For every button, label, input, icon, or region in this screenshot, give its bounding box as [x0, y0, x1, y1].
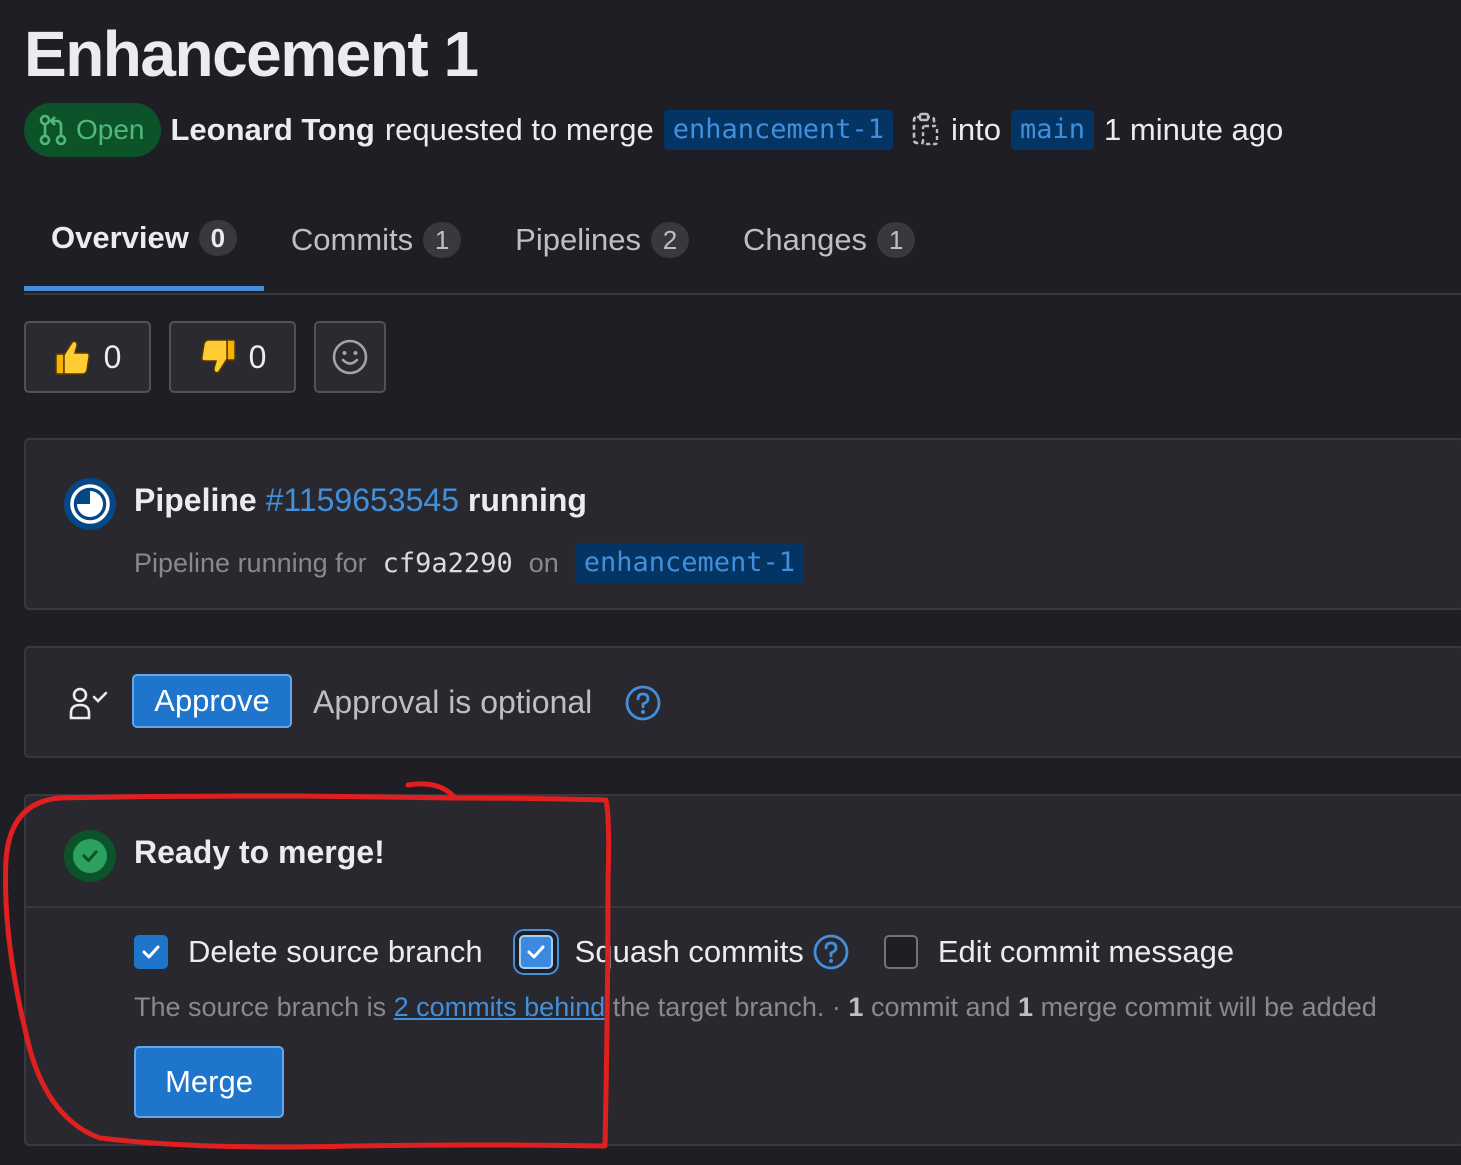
help-icon[interactable] — [812, 933, 850, 971]
thumbs-down-button[interactable]: 0 — [169, 321, 296, 393]
commit-sha-link[interactable]: cf9a2290 — [383, 548, 513, 579]
status-label: Open — [76, 114, 145, 145]
tab-commits[interactable]: Commits 1 — [264, 190, 488, 290]
on-text: on — [528, 547, 559, 578]
behind-prefix: The source branch is — [134, 992, 387, 1022]
status-badge: Open — [24, 103, 161, 157]
commit-count: 1 — [848, 992, 864, 1022]
help-icon[interactable] — [624, 684, 662, 722]
edit-commit-message-checkbox[interactable] — [883, 935, 918, 969]
tab-label: Overview — [51, 220, 189, 255]
commit-and-text: commit and — [870, 992, 1011, 1022]
branch-status-text: The source branch is 2 commits behind th… — [134, 992, 1377, 1023]
tab-label: Commits — [290, 222, 414, 257]
approve-button[interactable]: Approve — [132, 674, 292, 728]
commits-behind-link[interactable]: 2 commits behind — [394, 992, 606, 1022]
pipeline-branch-link[interactable]: enhancement-1 — [574, 543, 805, 583]
target-branch-link[interactable]: main — [1011, 110, 1095, 150]
tab-pipelines[interactable]: Pipelines 2 — [488, 190, 716, 290]
tab-label: Changes — [742, 222, 868, 257]
tab-count: 0 — [198, 220, 237, 256]
approval-icon — [69, 687, 108, 720]
merge-button[interactable]: Merge — [134, 1046, 284, 1118]
tab-count: 1 — [423, 222, 462, 258]
copy-branch-button[interactable] — [911, 112, 941, 148]
merge-commit-count: 1 — [1018, 992, 1034, 1022]
behind-suffix: the target branch. · — [612, 992, 841, 1022]
success-check-icon — [64, 830, 116, 882]
add-reaction-button[interactable] — [314, 321, 386, 393]
mr-tabs: Overview 0 Commits 1 Pipelines 2 Changes… — [24, 190, 1461, 295]
pipeline-status-text: Pipeline #1159653545 running — [134, 482, 587, 519]
pipeline-state: running — [467, 482, 587, 518]
thumbs-up-button[interactable]: 0 — [24, 321, 151, 393]
tab-overview[interactable]: Overview 0 — [24, 190, 264, 291]
tab-changes[interactable]: Changes 1 — [716, 190, 942, 290]
pipeline-details: Pipeline running for cf9a2290 on enhance… — [134, 543, 805, 583]
pipeline-widget: Pipeline #1159653545 running Pipeline ru… — [24, 438, 1461, 610]
merge-options: Delete source branch Squash commits Edit… — [134, 930, 1234, 974]
edit-commit-message-label[interactable]: Edit commit message — [938, 934, 1234, 970]
pipeline-label: Pipeline — [134, 482, 257, 518]
pipeline-sub-label: Pipeline running for — [134, 547, 367, 578]
page-title: Enhancement 1 — [24, 18, 479, 90]
into-text: into — [951, 112, 1001, 147]
squash-commits-checkbox[interactable] — [518, 935, 553, 969]
thumbs-up-icon — [54, 340, 90, 375]
merge-request-icon — [39, 114, 67, 146]
pipeline-id-link[interactable]: #1159653545 — [266, 482, 459, 518]
pipeline-running-icon[interactable] — [62, 476, 118, 532]
tab-count: 1 — [877, 222, 916, 258]
merge-status-header: Ready to merge! — [26, 796, 1461, 908]
thumbs-down-count: 0 — [248, 338, 267, 375]
delete-source-checkbox[interactable] — [134, 935, 168, 969]
merge-widget: Ready to merge! Delete source branch Squ… — [24, 794, 1461, 1146]
source-branch-link[interactable]: enhancement-1 — [663, 110, 894, 150]
checkmark-icon — [142, 945, 160, 959]
merge-status-title: Ready to merge! — [134, 834, 385, 870]
thumbs-down-icon — [200, 339, 236, 374]
approval-widget: Approve Approval is optional — [24, 646, 1461, 758]
mr-meta: Open Leonard Tong requested to merge enh… — [24, 103, 1283, 157]
tab-label: Pipelines — [515, 222, 641, 257]
thumbs-up-count: 0 — [103, 338, 122, 375]
created-time: 1 minute ago — [1104, 112, 1284, 147]
delete-source-label[interactable]: Delete source branch — [188, 934, 483, 970]
smiley-icon — [332, 339, 368, 375]
copy-icon — [912, 112, 939, 146]
merge-commit-text: merge commit will be added — [1040, 992, 1377, 1022]
tab-count: 2 — [650, 222, 689, 258]
approval-status-text: Approval is optional — [313, 684, 593, 720]
squash-commits-label[interactable]: Squash commits — [575, 934, 804, 970]
author-link[interactable]: Leonard Tong — [171, 112, 375, 148]
checkmark-icon — [527, 945, 545, 959]
merge-action-text: requested to merge — [384, 112, 654, 147]
